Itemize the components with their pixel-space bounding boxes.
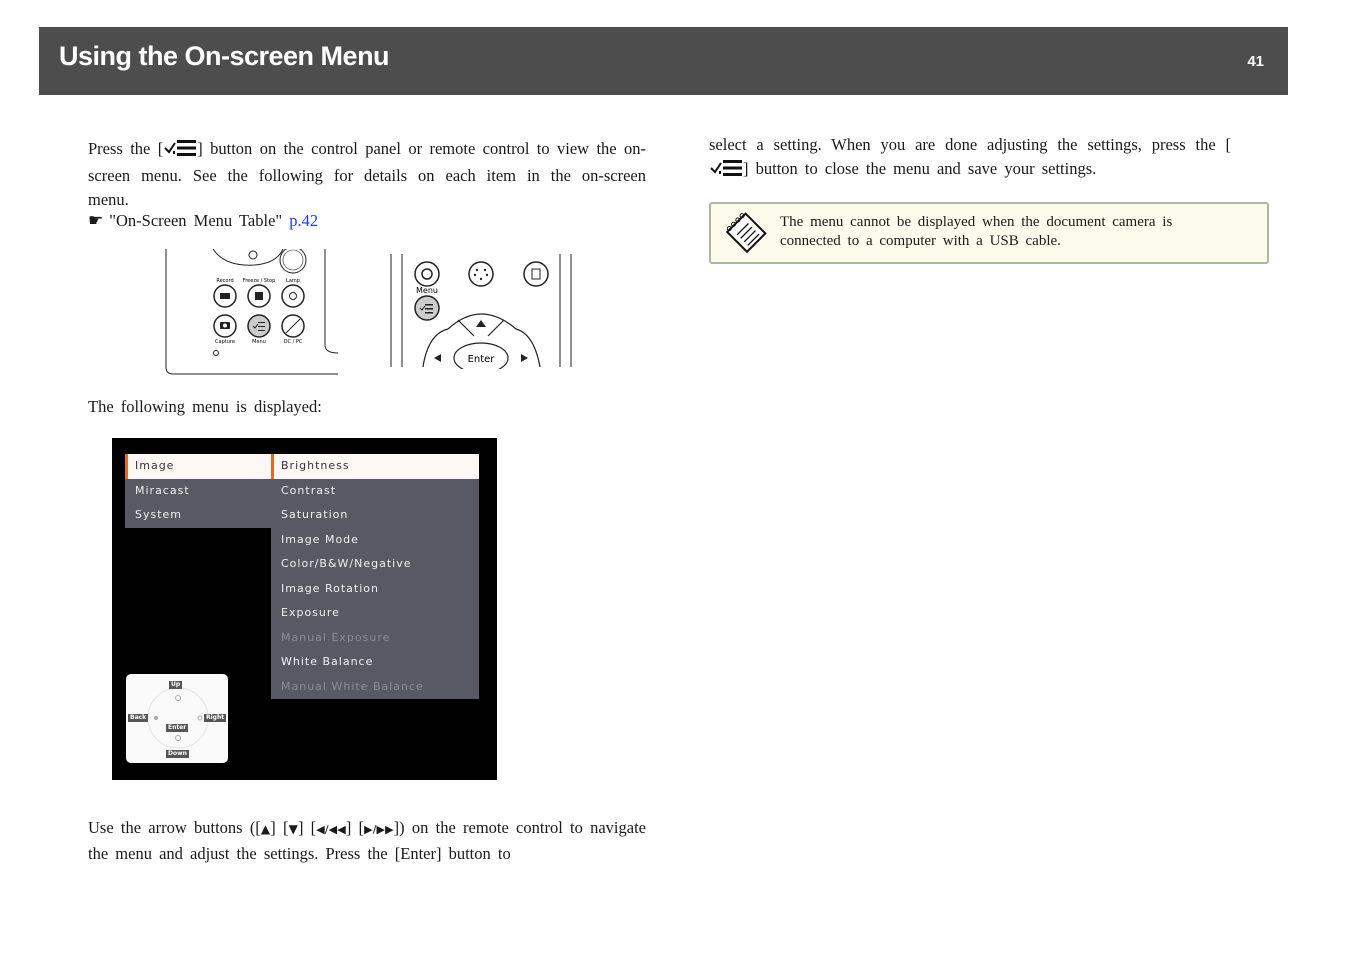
control-panel-illustration: Record Freeze / Stop Lamp Capture Menu D… — [165, 246, 340, 376]
menu-label: Menu — [252, 339, 266, 345]
notepad-icon — [723, 210, 771, 259]
osd-menu-item-system[interactable]: System — [125, 503, 271, 528]
delete-button — [523, 261, 549, 287]
page-link[interactable]: p.42 — [289, 211, 318, 230]
menu-button-icon — [709, 159, 743, 184]
osd-submenu-item[interactable]: White Balance — [271, 650, 479, 675]
note-box: The menu cannot be displayed when the do… — [709, 202, 1269, 264]
osd-submenu-item[interactable]: Brightness — [271, 454, 479, 479]
intro-paragraph: Press the [] button on the control panel… — [88, 139, 646, 209]
menu-button-icon — [163, 139, 197, 164]
osd-screenshot: Image Miracast System Brightness Contras… — [112, 438, 497, 780]
page-header: Using the On-screen Menu 41 — [39, 27, 1288, 95]
up-arrow-icon: ▲ — [260, 822, 271, 836]
osd-submenu-item[interactable]: Exposure — [271, 601, 479, 626]
osd-submenu-item: Manual Exposure — [271, 625, 479, 650]
nav-back-label: Back — [128, 714, 149, 722]
nav-up-label: Up — [169, 681, 183, 689]
page-title: Using the On-screen Menu — [59, 41, 390, 71]
cross-reference: ☛ "On-Screen Menu Table" p.42 — [88, 211, 319, 231]
continuation-paragraph: select a setting. When you are done adju… — [709, 133, 1231, 184]
pointing-hand-icon: ☛ — [88, 211, 104, 231]
mode-button — [468, 261, 494, 287]
osd-submenu-item: Manual White Balance — [271, 674, 479, 699]
nav-enter-label: Enter — [166, 724, 189, 732]
record-label: Record — [216, 278, 233, 284]
menu-caption: The following menu is displayed: — [88, 397, 322, 416]
rotation-button — [414, 261, 440, 287]
left-arrow-icon: ◀/◀◀ — [316, 823, 346, 836]
osd-menu-item-miracast[interactable]: Miracast — [125, 478, 271, 503]
lamp-button — [281, 284, 305, 308]
osd-menu-item-image[interactable]: Image — [125, 454, 271, 479]
nav-right-label: Right — [204, 714, 227, 722]
dc-pc-label: DC / PC — [284, 339, 303, 345]
osd-submenu: Brightness Contrast Saturation Image Mod… — [271, 454, 479, 699]
freeze-stop-label: Freeze / Stop — [243, 278, 276, 284]
down-arrow-icon: ▼ — [288, 822, 298, 836]
osd-submenu-item[interactable]: Color/B&W/Negative — [271, 552, 479, 577]
right-arrow-icon: ▶/▶▶ — [364, 823, 394, 836]
osd-submenu-item[interactable]: Image Mode — [271, 527, 479, 552]
page-number: 41 — [1247, 53, 1264, 70]
osd-main-menu: Image Miracast System — [125, 454, 271, 528]
lamp-label: Lamp — [286, 278, 300, 284]
nav-down-label: Down — [166, 750, 189, 758]
remote-control-illustration: Menu Enter — [388, 254, 576, 374]
osd-submenu-item[interactable]: Contrast — [271, 478, 479, 503]
enter-label: Enter — [468, 354, 496, 365]
capture-label: Capture — [215, 339, 235, 345]
note-text: The menu cannot be displayed when the do… — [780, 214, 1173, 249]
osd-submenu-item[interactable]: Image Rotation — [271, 576, 479, 601]
osd-submenu-item[interactable]: Saturation — [271, 503, 479, 528]
remote-menu-label: Menu — [416, 286, 438, 295]
arrows-paragraph: Use the arrow buttons ([▲] [▼] [◀/◀◀] [▶… — [88, 818, 646, 863]
osd-navigation-guide: Up Back Right Enter Down — [126, 674, 228, 763]
